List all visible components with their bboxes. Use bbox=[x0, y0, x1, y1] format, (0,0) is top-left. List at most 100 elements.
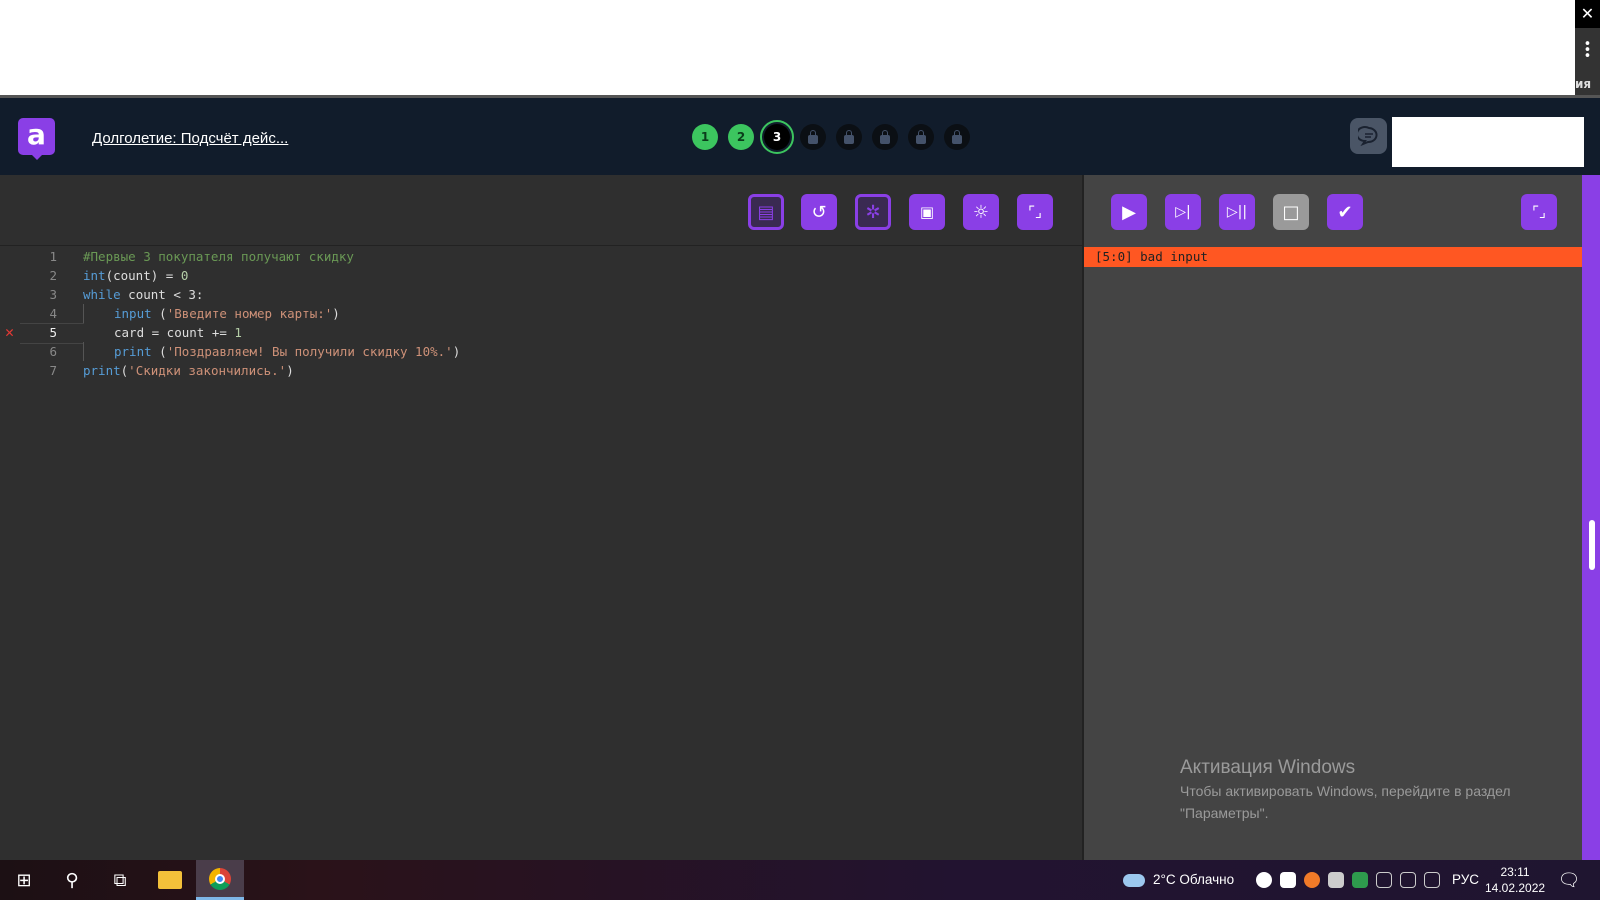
code-token: card = count += bbox=[114, 325, 235, 340]
code-token: (count) = bbox=[105, 268, 181, 283]
lock-icon bbox=[916, 129, 926, 144]
code-token: ) bbox=[332, 306, 340, 321]
code-lines[interactable]: 1 #Первые 3 покупателя получают скидку 2 in… bbox=[0, 247, 1082, 380]
more-menu-icon[interactable]: • • • bbox=[1575, 38, 1600, 63]
yandex-icon[interactable] bbox=[1256, 872, 1272, 889]
expand-editor-button[interactable]: ⌜⌟ bbox=[1017, 194, 1053, 230]
code-line[interactable]: 3 while count < 3: bbox=[0, 285, 1082, 304]
task-view-icon: ⧉ bbox=[113, 869, 127, 891]
expand-icon: ⌜⌟ bbox=[1531, 203, 1547, 221]
step-over-button[interactable]: ▷|| bbox=[1219, 194, 1255, 230]
volume-icon[interactable] bbox=[1400, 872, 1416, 889]
lesson-title-link[interactable]: Долголетие: Подсчёт дейс... bbox=[92, 130, 288, 147]
run-button[interactable]: ▶ bbox=[1111, 194, 1147, 230]
code-token: print bbox=[83, 363, 121, 378]
code-token: 0 bbox=[180, 268, 189, 283]
app-icon[interactable] bbox=[1304, 872, 1320, 889]
search-button[interactable]: ⚲ bbox=[48, 860, 96, 900]
line-content: card = count += 1 bbox=[83, 323, 242, 342]
code-token: ( bbox=[151, 344, 167, 359]
code-line[interactable]: 6 print ('Поздравляем! Вы получили скидку… bbox=[0, 342, 1082, 361]
line-number: 7 bbox=[49, 363, 57, 378]
security-icon[interactable] bbox=[1352, 872, 1368, 889]
line-number: 5 bbox=[49, 325, 57, 340]
line-content: print('Скидки закончились.') bbox=[83, 361, 294, 380]
save-icon: ▣ bbox=[919, 203, 935, 221]
app-logo[interactable]: a bbox=[18, 118, 55, 160]
scrollbar[interactable] bbox=[1582, 175, 1600, 860]
start-button[interactable]: ⊞ bbox=[0, 860, 48, 900]
clock[interactable]: 23:11 14.02.2022 bbox=[1485, 864, 1545, 896]
line-number: 4 bbox=[49, 306, 57, 321]
notifications-button[interactable]: 🗨 bbox=[1545, 860, 1593, 900]
step-3[interactable]: 3 bbox=[760, 120, 794, 154]
chat-button[interactable] bbox=[1350, 118, 1387, 154]
step-button[interactable]: ▷| bbox=[1165, 194, 1201, 230]
code-token: int bbox=[83, 268, 106, 283]
debug-button[interactable]: ✲ bbox=[855, 194, 891, 230]
undo-icon: ↺ bbox=[811, 201, 827, 223]
windows-icon: ⊞ bbox=[16, 869, 32, 891]
task-view-button[interactable]: ⧉ bbox=[96, 860, 144, 900]
code-line[interactable]: 4 input ('Введите номер карты:') bbox=[0, 304, 1082, 323]
check-button[interactable]: ✔ bbox=[1327, 194, 1363, 230]
code-line[interactable]: ✕ 5 card = count += 1 bbox=[0, 323, 1082, 344]
notification-icon: 🗨 bbox=[1557, 869, 1581, 891]
file-explorer-button[interactable] bbox=[146, 860, 194, 900]
discord-icon[interactable] bbox=[1328, 872, 1344, 889]
scrollbar-thumb[interactable] bbox=[1589, 520, 1595, 570]
indent-guide bbox=[83, 304, 114, 323]
line-content: #Первые 3 покупателя получают скидку bbox=[83, 247, 354, 266]
save-button[interactable]: ▣ bbox=[909, 194, 945, 230]
taskbar: ⊞ ⚲ ⧉ 2°C Облачно РУС 23:11 14.02.2022 🗨 bbox=[0, 860, 1600, 900]
stop-button[interactable]: □ bbox=[1273, 194, 1309, 230]
skip-icon: ▷|| bbox=[1226, 204, 1248, 220]
output-pane: ▶ ▷| ▷|| □ ✔ ⌜⌟ [5:0] bad input Активаци… bbox=[1082, 175, 1584, 860]
close-icon[interactable]: ✕ bbox=[1575, 0, 1600, 28]
network-icon[interactable] bbox=[1424, 872, 1440, 889]
step-2[interactable]: 2 bbox=[728, 124, 754, 150]
check-icon: ✔ bbox=[1337, 201, 1353, 223]
editor-toolbar: ▤ ↺ ✲ ▣ ☼ ⌜⌟ bbox=[0, 175, 1082, 246]
bug-icon: ✲ bbox=[865, 201, 881, 223]
line-number: 3 bbox=[49, 287, 57, 302]
indent-guide bbox=[83, 323, 114, 342]
weather-widget[interactable]: 2°C Облачно bbox=[1123, 860, 1234, 900]
meet-icon[interactable] bbox=[1376, 872, 1392, 889]
code-line[interactable]: 1 #Первые 3 покупателя получают скидку bbox=[0, 247, 1082, 266]
code-token: 'Скидки закончились.' bbox=[128, 363, 287, 378]
line-number: 2 bbox=[49, 268, 57, 283]
language-indicator[interactable]: РУС bbox=[1452, 860, 1479, 900]
google-drive-icon[interactable] bbox=[1280, 872, 1296, 889]
watermark-title: Активация Windows bbox=[1180, 757, 1356, 778]
step-1[interactable]: 1 bbox=[692, 124, 718, 150]
side-text: ия bbox=[1575, 77, 1592, 91]
line-content: input ('Введите номер карты:') bbox=[83, 304, 340, 323]
cloud-icon bbox=[1123, 873, 1145, 887]
error-marker-icon[interactable]: ✕ bbox=[5, 323, 14, 342]
code-token: count < 3: bbox=[120, 287, 204, 302]
code-editor-pane: ▤ ↺ ✲ ▣ ☼ ⌜⌟ 1 #Первые 3 покупателя получ… bbox=[0, 175, 1082, 860]
theme-button[interactable]: ☼ bbox=[963, 194, 999, 230]
line-content: print ('Поздравляем! Вы получили скидку … bbox=[83, 342, 460, 361]
step-7-locked bbox=[908, 124, 934, 150]
time: 23:11 bbox=[1500, 865, 1530, 879]
tray-icons[interactable] bbox=[1256, 860, 1448, 900]
expand-output-button[interactable]: ⌜⌟ bbox=[1521, 194, 1557, 230]
browser-content-top bbox=[0, 0, 1575, 95]
code-line[interactable]: 7 print('Скидки закончились.') bbox=[0, 361, 1082, 380]
windows-activation-watermark: Активация Windows Чтобы активировать Win… bbox=[1180, 757, 1511, 823]
weather-text: 2°C Облачно bbox=[1153, 872, 1235, 887]
code-token: #Первые 3 покупателя получают скидку bbox=[83, 249, 354, 264]
sun-icon: ☼ bbox=[972, 201, 990, 223]
browser-side-strip: ✕ • • • ия bbox=[1575, 0, 1600, 95]
code-token: print bbox=[114, 344, 152, 359]
code-token: ) bbox=[452, 344, 461, 359]
reset-button[interactable]: ↺ bbox=[801, 194, 837, 230]
chrome-button[interactable] bbox=[196, 860, 244, 900]
load-file-button[interactable]: ▤ bbox=[748, 194, 784, 230]
code-token: ) bbox=[286, 363, 294, 378]
code-token: input bbox=[114, 306, 152, 321]
step-6-locked bbox=[872, 124, 898, 150]
code-line[interactable]: 2 int(count) = 0 bbox=[0, 266, 1082, 285]
